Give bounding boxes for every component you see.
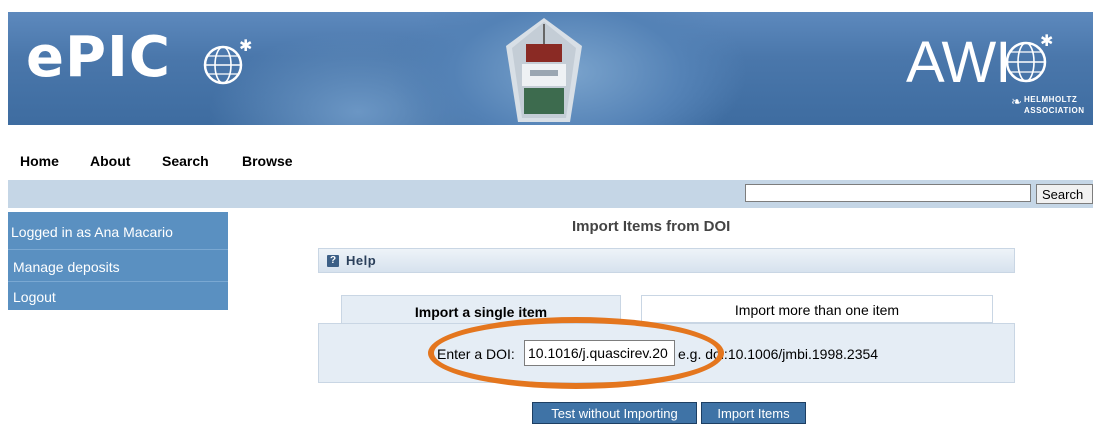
doi-label: Enter a DOI: [437,346,515,362]
svg-text:✱: ✱ [1040,31,1053,50]
sidebar-item-logout[interactable]: Logout [13,289,56,305]
ship-image [506,18,582,122]
svg-text:✱: ✱ [239,37,252,55]
sidebar-item-manage-deposits[interactable]: Manage deposits [13,259,120,275]
header-banner: ePIC ✱ AWI ✱ ❧ HELMHOLTZ ASSOCIATION [8,12,1093,125]
nav-home[interactable]: Home [20,153,59,169]
nav-about[interactable]: About [90,153,130,169]
import-items-button[interactable]: Import Items [701,402,806,424]
doi-input[interactable] [524,340,675,366]
help-label: Help [346,253,377,268]
tab-import-single[interactable]: Import a single item [341,295,621,325]
globe-right-icon: ✱ [1005,31,1053,83]
tab-label: Import more than one item [734,302,900,318]
test-without-importing-button[interactable]: Test without Importing [532,402,697,424]
page-title: Import Items from DOI [572,218,731,235]
globe-left-icon: ✱ [203,37,252,85]
search-input[interactable] [745,184,1031,202]
tab-import-multiple[interactable]: Import more than one item [641,295,993,323]
nav-search[interactable]: Search [162,153,209,169]
helmholtz-leaf-icon: ❧ [1011,94,1022,109]
help-toggle[interactable]: ? Help [318,248,1015,273]
logged-in-label: Logged in as Ana Macario [11,224,173,240]
helmholtz-association-logo: HELMHOLTZ ASSOCIATION [1024,95,1085,115]
epic-logo[interactable]: ePIC [26,30,171,86]
tab-label: Import a single item [414,304,548,320]
help-icon: ? [327,255,339,267]
sidebar-divider [8,281,228,282]
awi-logo[interactable]: AWI [906,34,1011,92]
user-sidebar: Logged in as Ana Macario Manage deposits… [8,212,228,310]
search-button[interactable]: Search [1036,184,1093,204]
nav-browse[interactable]: Browse [242,153,293,169]
sidebar-divider [8,249,228,250]
doi-example-text: e.g. doi:10.1006/jmbi.1998.2354 [678,346,879,362]
